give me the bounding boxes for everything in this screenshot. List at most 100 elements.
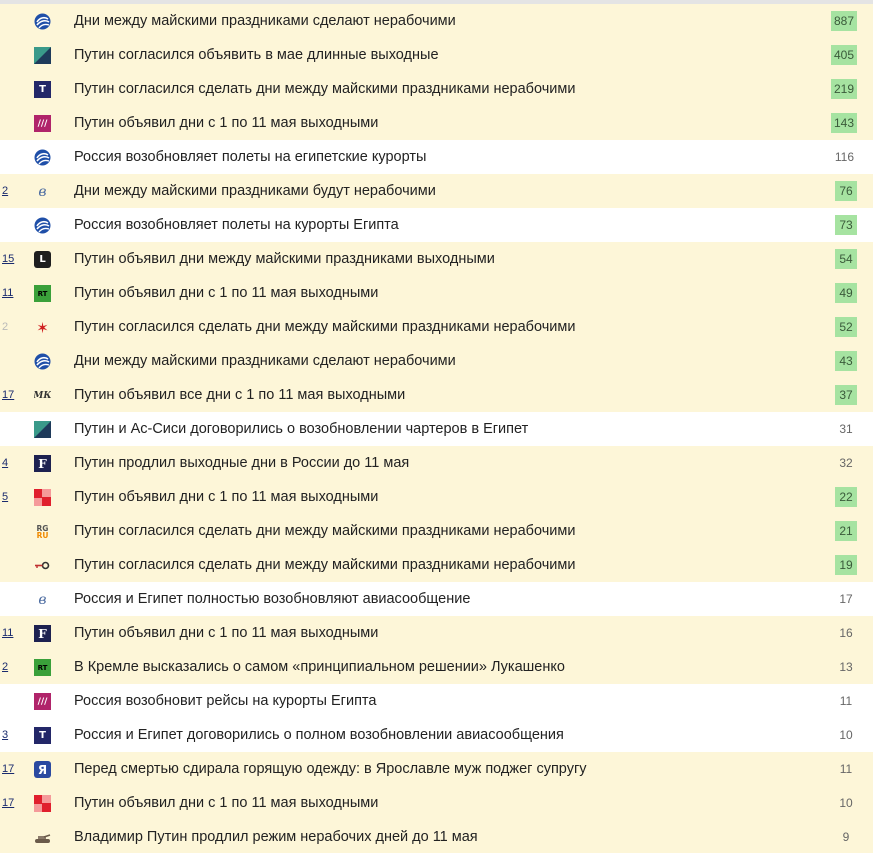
news-title-link[interactable]: Путин объявил дни с 1 по 11 мая выходным… <box>74 285 378 302</box>
vedomosti-icon: в <box>38 183 47 200</box>
news-row[interactable]: 17 Я Перед смертью сдирала горящую одежду:… <box>0 752 873 786</box>
citation-count-badge: 10 <box>839 728 853 742</box>
citation-count-badge: 52 <box>835 317 857 337</box>
news-title-link[interactable]: Путин согласился сделать дни между майск… <box>74 319 575 336</box>
news-title-link[interactable]: Путин объявил дни между майскими праздни… <box>74 251 495 268</box>
rank-change-link[interactable]: 5 <box>2 490 8 504</box>
citation-count-badge: 32 <box>839 456 853 470</box>
citation-count-badge: 54 <box>835 249 857 269</box>
news-title-link[interactable]: Путин согласился сделать дни между майск… <box>74 523 575 540</box>
tank-icon <box>34 829 51 846</box>
news-row[interactable]: RG RU Путин согласился сделать дни между м… <box>0 514 873 548</box>
news-row[interactable]: /// Путин объявил дни с 1 по 11 мая выход… <box>0 106 873 140</box>
rank-change-link[interactable]: 17 <box>2 762 14 776</box>
rank-change-link[interactable]: 11 <box>2 626 13 640</box>
news-title-link[interactable]: Путин согласился сделать дни между майск… <box>74 557 575 574</box>
news-title-link[interactable]: Россия возобновит рейсы на курорты Египт… <box>74 693 376 710</box>
news-row[interactable]: 2 RT В Кремле высказались о самом «принцип… <box>0 650 873 684</box>
kommersant-globe-icon <box>34 217 51 234</box>
rank-change-link[interactable]: 17 <box>2 388 14 402</box>
rank-change-link[interactable]: 2 <box>2 660 8 674</box>
news-row[interactable]: Россия возобновляет полеты на египетские… <box>0 140 873 174</box>
news-row[interactable]: Владимир Путин продлил режим нерабочих д… <box>0 820 873 853</box>
news-title-link[interactable]: Путин продлил выходные дни в России до 1… <box>74 455 409 472</box>
news-title-link[interactable]: Путин согласился сделать дни между майск… <box>74 81 575 98</box>
lenta-l-icon: L <box>34 251 51 268</box>
citation-count-badge: 219 <box>830 79 857 99</box>
news-title-link[interactable]: Россия возобновляет полеты на курорты Ег… <box>74 217 399 234</box>
news-row[interactable]: 11 F Путин объявил дни с 1 по 11 мая выход… <box>0 616 873 650</box>
news-list: Дни между майскими праздниками сделают н… <box>0 4 873 853</box>
news-title-link[interactable]: Перед смертью сдирала горящую одежду: в … <box>74 761 587 778</box>
news-title-link[interactable]: Россия и Египет договорились о полном во… <box>74 727 564 744</box>
citation-count-badge: 16 <box>839 626 853 640</box>
citation-count-badge: 17 <box>839 592 853 606</box>
news-title-link[interactable]: Дни между майскими праздниками сделают н… <box>74 13 456 30</box>
citation-count-badge: 19 <box>835 555 857 575</box>
news-row[interactable]: Путин согласился объявить в мае длинные … <box>0 38 873 72</box>
rank-change-link[interactable]: 3 <box>2 728 8 742</box>
citation-count-badge: 13 <box>839 660 853 674</box>
rank-change-link[interactable]: 11 <box>2 286 13 300</box>
news-row[interactable]: 15 L Путин объявил дни между майскими праз… <box>0 242 873 276</box>
zvezda-star-icon: ✶ <box>36 319 49 337</box>
news-row[interactable]: Путин согласился сделать дни между майск… <box>0 548 873 582</box>
citation-count-badge: 73 <box>835 215 857 235</box>
rain-icon: /// <box>34 115 51 132</box>
tass-t-icon: T <box>34 727 51 744</box>
news-row[interactable]: 17 Путин объявил дни с 1 по 11 мая выходн… <box>0 786 873 820</box>
news-row[interactable]: Дни между майскими праздниками сделают н… <box>0 4 873 38</box>
rank-change-link[interactable]: 15 <box>2 252 14 266</box>
kommersant-globe-icon <box>34 353 51 370</box>
rain-icon: /// <box>34 693 51 710</box>
news-title-link[interactable]: Дни между майскими праздниками будут нер… <box>74 183 436 200</box>
key-icon <box>34 557 51 574</box>
rank-change-link[interactable]: 4 <box>2 456 8 470</box>
citation-count-badge: 116 <box>834 150 854 164</box>
citation-count-badge: 405 <box>830 45 857 65</box>
citation-count-badge: 10 <box>839 796 853 810</box>
news-title-link[interactable]: Путин объявил дни с 1 по 11 мая выходным… <box>74 489 378 506</box>
citation-count-badge: 22 <box>835 487 857 507</box>
news-row[interactable]: Дни между майскими праздниками сделают н… <box>0 344 873 378</box>
news-title-link[interactable]: Россия возобновляет полеты на египетские… <box>74 149 426 166</box>
citation-count-badge: 21 <box>835 521 857 541</box>
rbc-squares-icon <box>34 795 51 812</box>
news-row[interactable]: 4 F Путин продлил выходные дни в России до… <box>0 446 873 480</box>
citation-count-badge: 37 <box>835 385 857 405</box>
rank-change-link[interactable]: 17 <box>2 796 14 810</box>
citation-count-badge: 11 <box>839 762 853 776</box>
news-row[interactable]: 5 Путин объявил дни с 1 по 11 мая выходны… <box>0 480 873 514</box>
news-row[interactable]: 17 МК Путин объявил все дни с 1 по 11 мая … <box>0 378 873 412</box>
rank-change-link[interactable]: 2 <box>2 320 8 334</box>
rg-ru-icon: RG RU <box>36 523 49 540</box>
news-row[interactable]: /// Россия возобновит рейсы на курорты Ег… <box>0 684 873 718</box>
yaroslavl-ya-icon: Я <box>34 761 51 778</box>
news-title-link[interactable]: Путин и Ас-Сиси договорились о возобновл… <box>74 421 528 438</box>
news-row[interactable]: 11 RT Путин объявил дни с 1 по 11 мая выхо… <box>0 276 873 310</box>
news-title-link[interactable]: Дни между майскими праздниками сделают н… <box>74 353 456 370</box>
news-row[interactable]: в Россия и Египет полностью возобновляют … <box>0 582 873 616</box>
news-row[interactable]: T Путин согласился сделать дни между майс… <box>0 72 873 106</box>
forbes-f-icon: F <box>34 625 51 642</box>
rank-change-link[interactable]: 2 <box>2 184 8 198</box>
izvestia-icon <box>34 421 51 438</box>
citation-count-badge: 887 <box>830 11 857 31</box>
news-title-link[interactable]: Путин объявил дни с 1 по 11 мая выходным… <box>74 795 378 812</box>
news-row[interactable]: 2 ✶ Путин согласился сделать дни между май… <box>0 310 873 344</box>
news-title-link[interactable]: В Кремле высказались о самом «принципиал… <box>74 659 565 676</box>
tass-t-icon: T <box>34 81 51 98</box>
news-title-link[interactable]: Путин объявил все дни с 1 по 11 мая выхо… <box>74 387 405 404</box>
news-title-link[interactable]: Путин объявил дни с 1 по 11 мая выходным… <box>74 115 378 132</box>
news-title-link[interactable]: Путин согласился объявить в мае длинные … <box>74 47 439 64</box>
citation-count-badge: 43 <box>835 351 857 371</box>
news-row[interactable]: Россия возобновляет полеты на курорты Ег… <box>0 208 873 242</box>
news-row[interactable]: Путин и Ас-Сиси договорились о возобновл… <box>0 412 873 446</box>
citation-count-badge: 76 <box>835 181 857 201</box>
news-title-link[interactable]: Россия и Египет полностью возобновляют а… <box>74 591 470 608</box>
news-row[interactable]: 3 T Россия и Египет договорились о полном … <box>0 718 873 752</box>
news-title-link[interactable]: Владимир Путин продлил режим нерабочих д… <box>74 829 478 846</box>
news-row[interactable]: 2 в Дни между майскими праздниками будут н… <box>0 174 873 208</box>
news-title-link[interactable]: Путин объявил дни с 1 по 11 мая выходным… <box>74 625 378 642</box>
rt-icon: RT <box>34 659 51 676</box>
